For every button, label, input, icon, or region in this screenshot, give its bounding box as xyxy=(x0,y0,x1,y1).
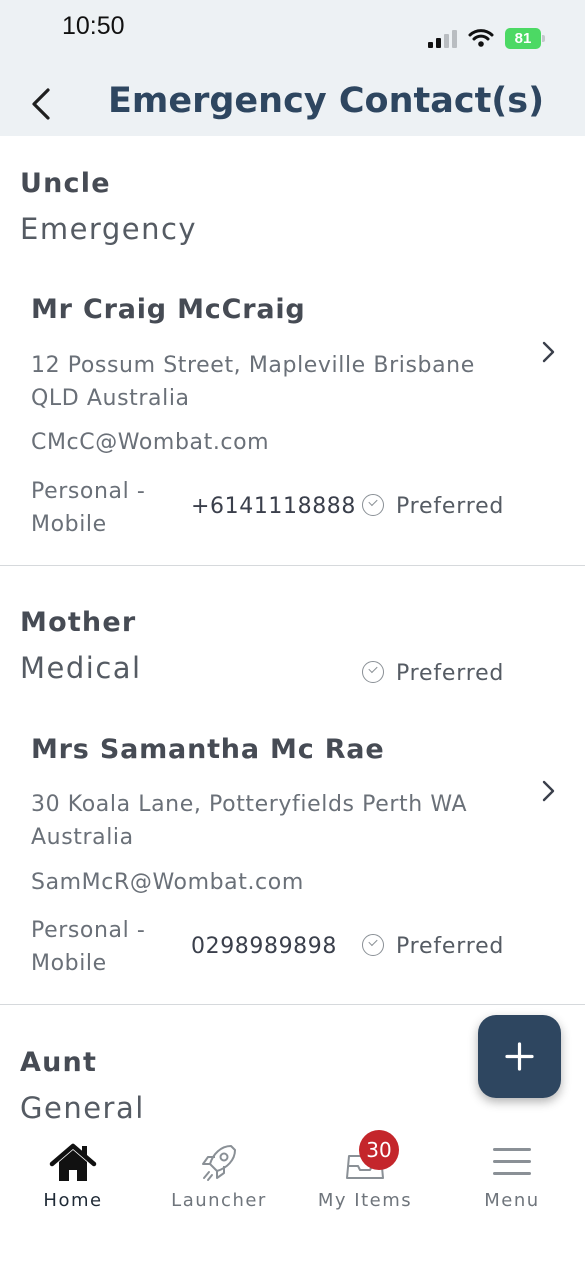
check-circle-icon xyxy=(362,661,384,683)
header-bar: 10:50 81 Emergency Contact(s) xyxy=(0,0,585,136)
tab-launcher[interactable]: Launcher xyxy=(146,1142,292,1211)
phone-type: Personal - Mobile xyxy=(31,918,146,976)
phone-preferred: Preferred xyxy=(362,494,504,519)
tab-label: My Items xyxy=(317,1190,413,1211)
tab-bar: Home Launcher My Items Menu xyxy=(0,1120,585,1266)
notification-badge: 30 xyxy=(359,1130,399,1170)
check-circle-icon xyxy=(362,494,384,516)
category-label: Emergency xyxy=(20,212,198,246)
category-preferred: Preferred xyxy=(362,661,504,686)
preferred-label: Preferred xyxy=(396,494,505,519)
relationship-label: Uncle xyxy=(20,168,111,199)
contact-email: SamMcR@Wombat.com xyxy=(31,870,304,895)
contact-name: Mr Craig McCraig xyxy=(31,294,306,325)
phone-number: 0298989898 xyxy=(191,934,337,959)
preferred-label: Preferred xyxy=(396,934,505,959)
contact-email: CMcC@Wombat.com xyxy=(31,430,270,455)
tab-label: Home xyxy=(43,1190,103,1211)
tab-label: Menu xyxy=(484,1190,540,1211)
battery-icon: 81 xyxy=(505,28,541,49)
check-circle-icon xyxy=(362,934,384,956)
chevron-right-icon[interactable] xyxy=(540,778,558,804)
add-contact-button[interactable] xyxy=(478,1015,561,1098)
phone-number: +6141118888 xyxy=(191,494,357,519)
divider xyxy=(0,565,585,566)
contact-name: Mrs Samantha Mc Rae xyxy=(31,734,385,765)
contact-address: 30 Koala Lane, Potteryfields Perth WA Au… xyxy=(31,792,468,850)
back-icon[interactable] xyxy=(24,84,58,124)
page-title: Emergency Contact(s) xyxy=(108,81,545,121)
signal-icon xyxy=(428,30,458,48)
rocket-icon xyxy=(202,1145,236,1181)
phone-preferred: Preferred xyxy=(362,934,504,959)
status-time: 10:50 xyxy=(62,12,125,40)
wifi-icon xyxy=(468,29,494,47)
home-icon xyxy=(49,1143,97,1181)
category-label: Medical xyxy=(20,651,142,685)
chevron-right-icon[interactable] xyxy=(540,339,558,365)
divider xyxy=(0,1004,585,1005)
menu-icon xyxy=(493,1148,531,1175)
relationship-label: Mother xyxy=(20,607,137,638)
tab-home[interactable]: Home xyxy=(0,1142,146,1211)
tab-menu[interactable]: Menu xyxy=(439,1142,585,1211)
relationship-label: Aunt xyxy=(20,1047,98,1078)
tab-label: Launcher xyxy=(171,1190,267,1211)
contact-address: 12 Possum Street, Mapleville Brisbane QL… xyxy=(31,353,475,411)
plus-icon xyxy=(505,1042,534,1071)
battery-nub xyxy=(542,35,545,42)
phone-type: Personal - Mobile xyxy=(31,479,146,537)
preferred-label: Preferred xyxy=(396,661,505,686)
